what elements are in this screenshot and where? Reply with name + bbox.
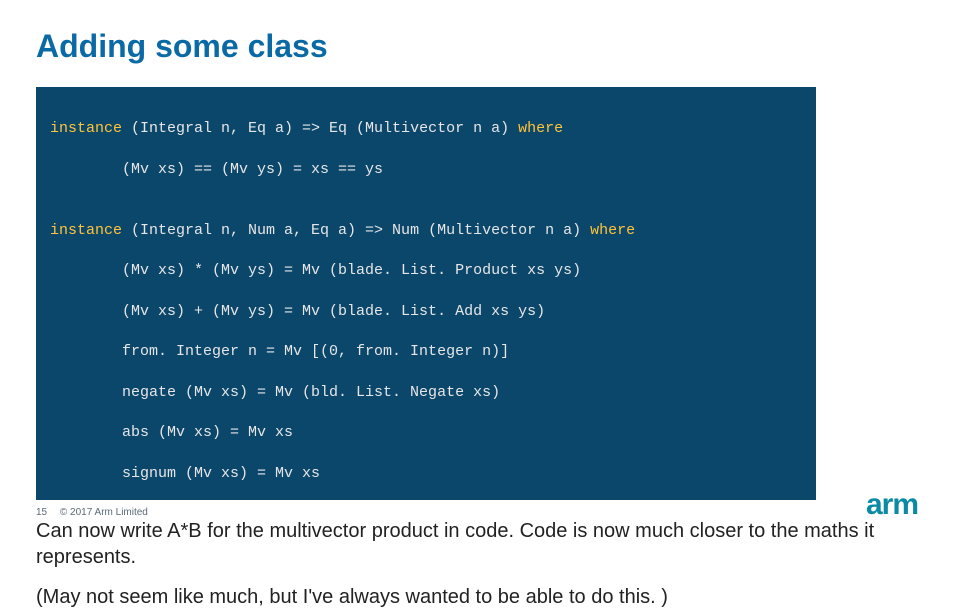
slide: Adding some class instance (Integral n, … (0, 0, 960, 540)
code-line: abs (Mv xs) = Mv xs (50, 423, 802, 443)
slide-title: Adding some class (36, 28, 924, 65)
code-text: (Integral n, Num a, Eq a) => Num (Multiv… (122, 222, 590, 239)
code-line: (Mv xs) + (Mv ys) = Mv (blade. List. Add… (50, 302, 802, 322)
copyright-text: © 2017 Arm Limited (60, 507, 148, 518)
keyword-instance: instance (50, 120, 122, 137)
code-line: (Mv xs) * (Mv ys) = Mv (blade. List. Pro… (50, 261, 802, 281)
keyword-where: where (590, 222, 635, 239)
code-line: signum (Mv xs) = Mv xs (50, 464, 802, 484)
paragraph-1: Can now write A*B for the multivector pr… (36, 518, 916, 570)
arm-logo: arm (866, 488, 918, 522)
page-number: 15 (36, 507, 47, 518)
paragraph-2: (May not seem like much, but I've always… (36, 584, 916, 610)
code-block: instance (Integral n, Eq a) => Eq (Multi… (36, 87, 816, 500)
footer: 15 © 2017 Arm Limited (36, 507, 148, 518)
code-line: instance (Integral n, Num a, Eq a) => Nu… (50, 221, 802, 241)
code-text: (Integral n, Eq a) => Eq (Multivector n … (122, 120, 518, 137)
keyword-where: where (518, 120, 563, 137)
code-line: (Mv xs) == (Mv ys) = xs == ys (50, 160, 802, 180)
code-line: instance (Integral n, Eq a) => Eq (Multi… (50, 119, 802, 139)
keyword-instance: instance (50, 222, 122, 239)
code-line: negate (Mv xs) = Mv (bld. List. Negate x… (50, 383, 802, 403)
code-line: from. Integer n = Mv [(0, from. Integer … (50, 342, 802, 362)
